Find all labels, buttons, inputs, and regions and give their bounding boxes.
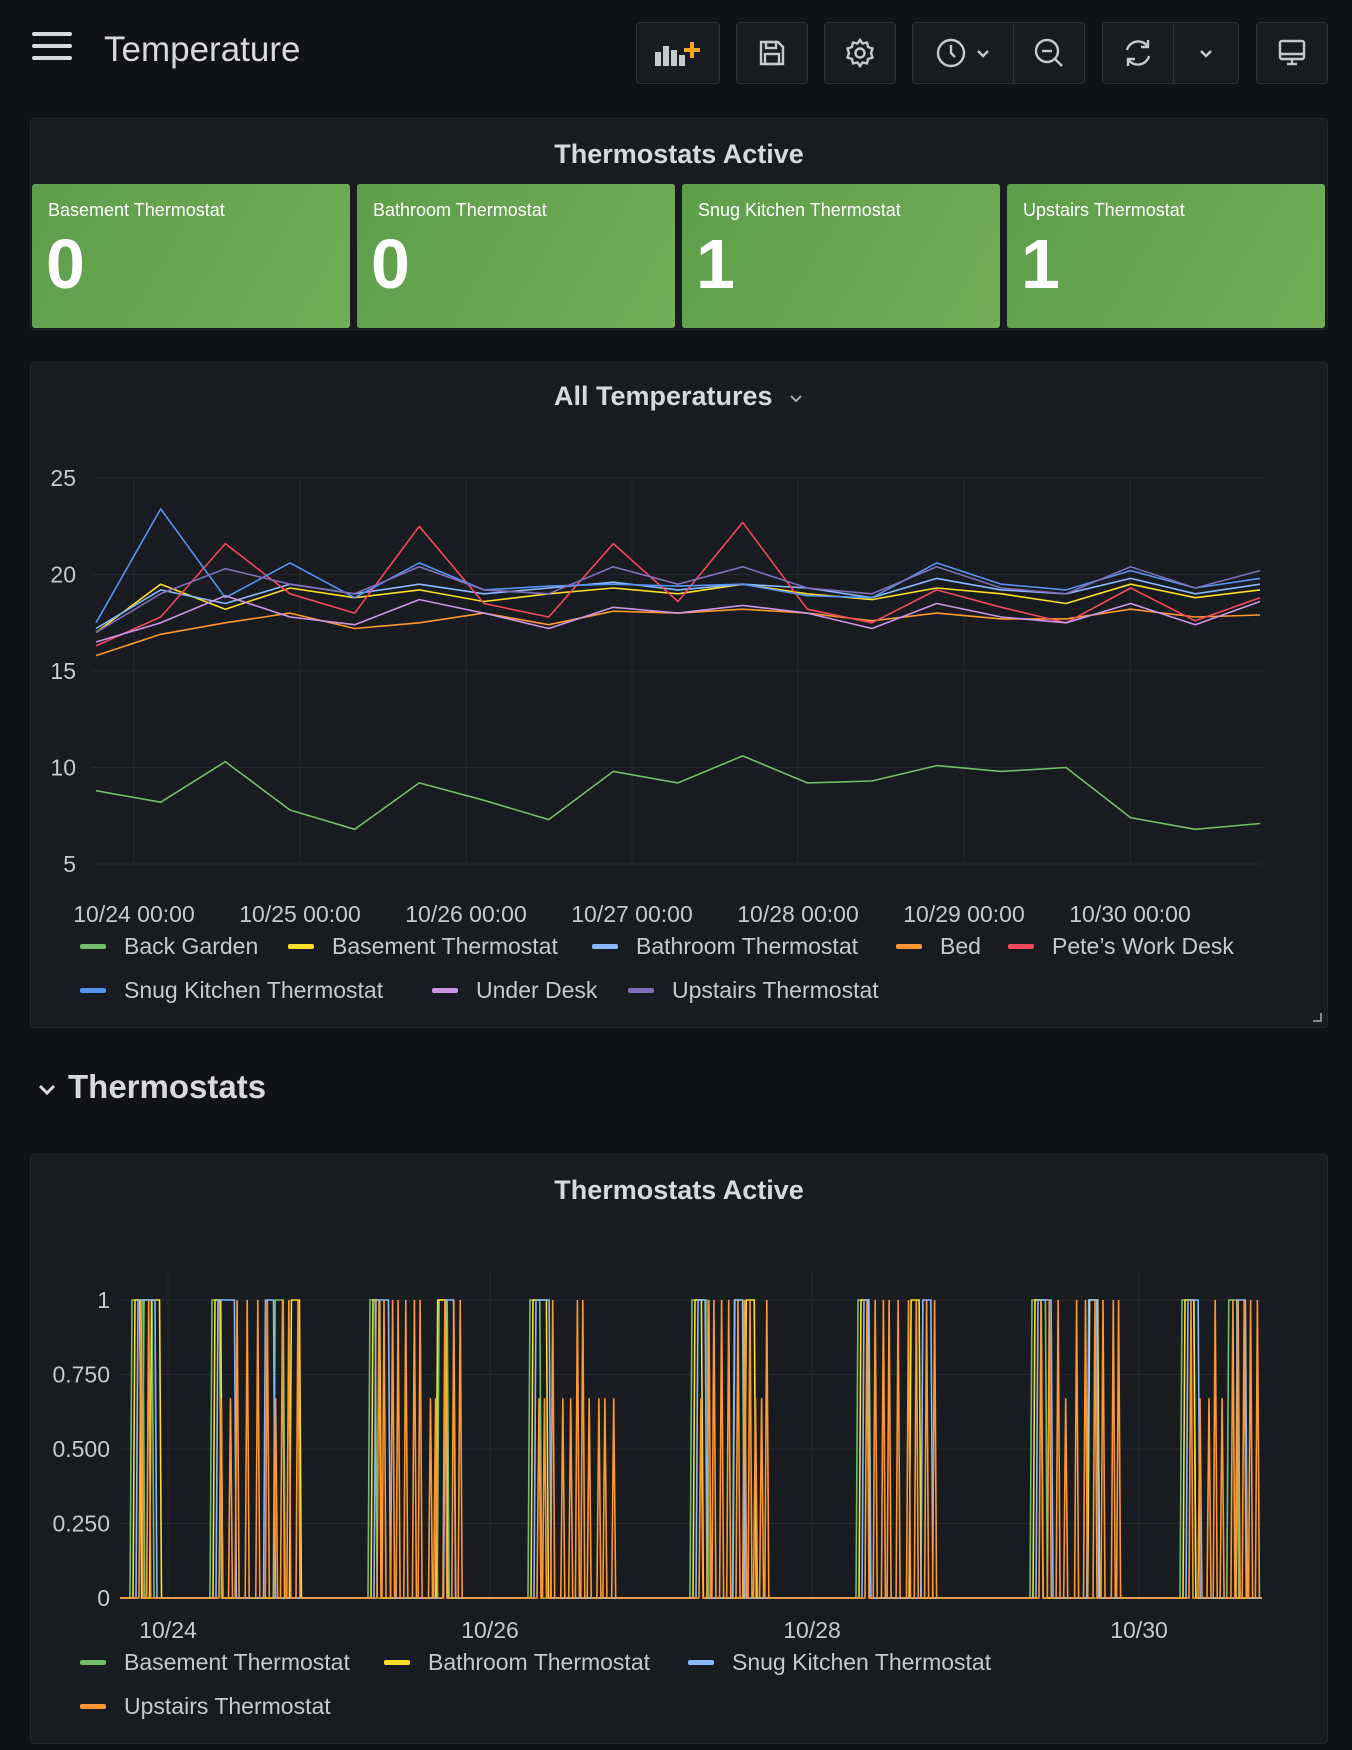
legend-swatch: [80, 944, 106, 949]
legend-swatch: [288, 944, 314, 949]
series-line: [95, 755, 1261, 831]
legend-swatch: [80, 988, 106, 993]
thermostats-row-header[interactable]: Thermostats: [36, 1068, 266, 1106]
legend-label: Under Desk: [476, 977, 598, 1003]
legend-label: Pete’s Work Desk: [1052, 933, 1234, 959]
legend-label: Back Garden: [124, 933, 258, 959]
series-line: [95, 608, 1261, 657]
legend-label: Bed: [940, 933, 981, 959]
chevron-down-icon: [38, 1085, 56, 1096]
x-tick-label: 10/29 00:00: [903, 901, 1025, 927]
y-tick-label: 10: [50, 755, 76, 781]
x-tick-label: 10/28 00:00: [737, 901, 859, 927]
legend-swatch: [592, 944, 618, 949]
all-temperatures-chart[interactable]: 5 10 15 20 25 10/24 00:00 10/25 00:00 10/26 00:…: [0, 0, 1352, 1040]
series-line: [95, 594, 1261, 643]
x-tick-label: 10/30 00:00: [1069, 901, 1191, 927]
legend-swatch: [1008, 944, 1034, 949]
x-tick-label: 10/24 00:00: [73, 901, 195, 927]
legend-label: Basement Thermostat: [332, 933, 558, 959]
legend-swatch: [896, 944, 922, 949]
y-tick-label: 20: [50, 562, 76, 588]
y-tick-label: 5: [63, 851, 76, 877]
x-tick-label: 10/25 00:00: [239, 901, 361, 927]
legend-label: Snug Kitchen Thermostat: [124, 977, 384, 1003]
series-line: [95, 583, 1261, 634]
panel-title[interactable]: Thermostats Active: [31, 1175, 1327, 1206]
legend-swatch: [628, 988, 654, 993]
legend-label: Upstairs Thermostat: [672, 977, 879, 1003]
thermostats-active-panel: Thermostats Active: [30, 1154, 1328, 1744]
y-tick-label: 25: [50, 465, 76, 491]
y-tick-label: 15: [50, 658, 76, 684]
legend-label: Bathroom Thermostat: [636, 933, 859, 959]
series-line: [95, 508, 1261, 624]
x-tick-label: 10/26 00:00: [405, 901, 527, 927]
row-title: Thermostats: [68, 1068, 267, 1105]
x-tick-label: 10/27 00:00: [571, 901, 693, 927]
legend-swatch: [432, 988, 458, 993]
series-line: [95, 565, 1261, 634]
